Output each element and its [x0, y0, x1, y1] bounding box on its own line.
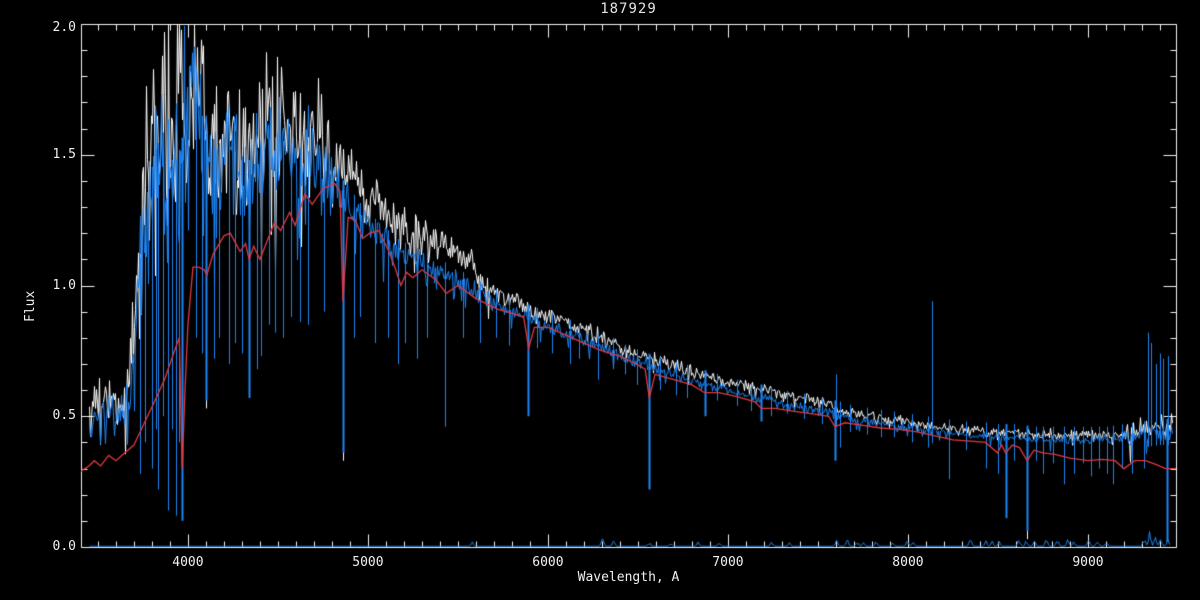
y-tick-label: 1.5	[28, 148, 76, 162]
y-tick-label: 0.0	[28, 540, 76, 554]
y-tick-label: 0.5	[28, 409, 76, 423]
y-tick-label: 1.0	[28, 279, 76, 293]
x-tick-label: 8000	[878, 556, 938, 570]
x-tick-label: 4000	[158, 556, 218, 570]
plot-title: 187929	[81, 2, 1176, 16]
x-tick-label: 5000	[338, 556, 398, 570]
x-axis-label: Wavelength, A	[81, 571, 1176, 585]
y-tick-label: 2.0	[28, 21, 76, 35]
x-tick-label: 7000	[698, 556, 758, 570]
spectrum-plot-canvas	[0, 0, 1200, 600]
spectrum-figure: 187929 Wavelength, A Flux 40005000600070…	[0, 0, 1200, 600]
x-tick-label: 9000	[1058, 556, 1118, 570]
x-tick-label: 6000	[518, 556, 578, 570]
